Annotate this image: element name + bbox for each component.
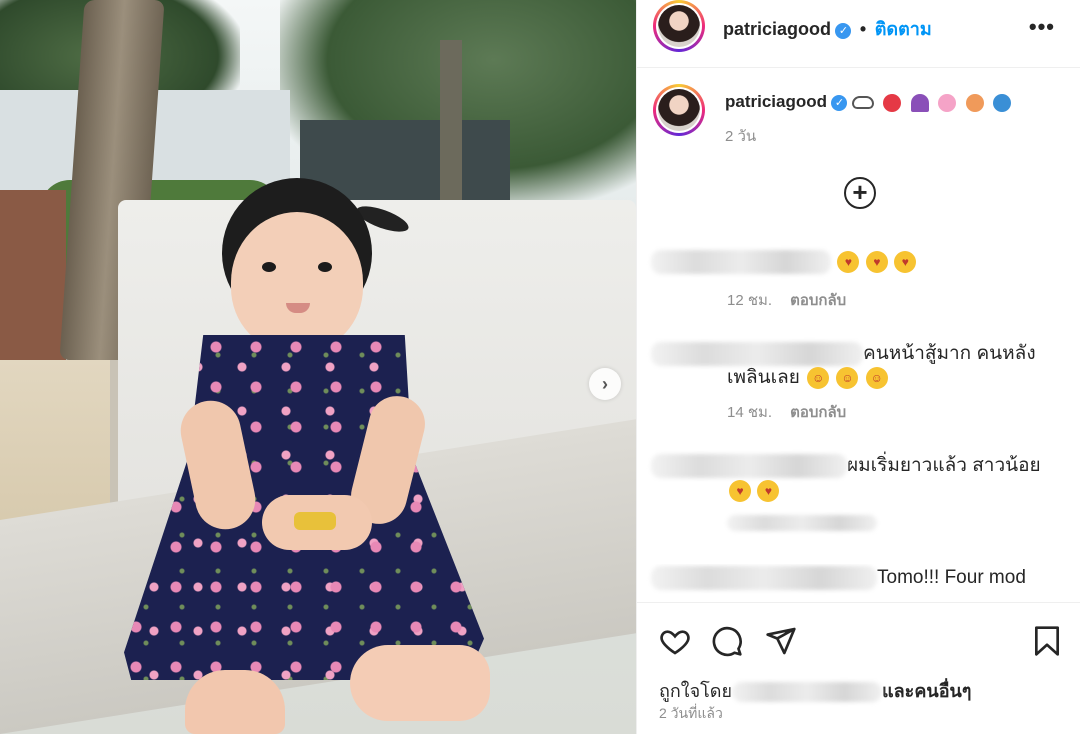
like-icon[interactable] — [659, 625, 691, 657]
yellow-toy — [294, 512, 336, 530]
post-date: 2 วันที่แล้ว — [659, 705, 723, 721]
share-icon[interactable] — [765, 625, 797, 657]
comment-icon[interactable] — [711, 625, 743, 657]
separator-dot: • — [859, 19, 867, 39]
child-eye-left — [262, 262, 276, 272]
caption: patriciagood ✓ 2 วัน — [637, 82, 1080, 152]
post-photo[interactable]: › — [0, 0, 636, 734]
author-avatar[interactable] — [653, 0, 705, 52]
reply-button[interactable]: ตอบกลับ — [790, 292, 846, 309]
child-eye-right — [318, 262, 332, 272]
child-face — [231, 212, 363, 352]
comment-text: คนหน้าสู้มาก คนหลัง — [863, 343, 1036, 364]
heart-eyes-emoji-icon: ♥ — [757, 480, 780, 502]
wave-icon — [993, 93, 1012, 112]
palm-trunk-far — [440, 40, 462, 220]
comment-text-continued: ...... — [727, 589, 759, 602]
blurred-username — [651, 565, 877, 590]
heart-eyes-emoji-icon: ♥ — [865, 251, 888, 273]
heart-eyes-emoji-icon: ♥ — [894, 251, 917, 273]
more-options-icon[interactable]: ••• — [1029, 14, 1055, 40]
next-photo-button[interactable]: › — [589, 368, 621, 400]
heart-icon — [883, 93, 902, 112]
chevron-right-icon: › — [602, 373, 608, 394]
likes-prefix: ถูกใจโดย — [659, 681, 733, 701]
verified-badge-icon: ✓ — [835, 22, 852, 39]
laughing-emoji-icon: ☺ — [807, 366, 830, 389]
laughing-emoji-icon: ☺ — [865, 366, 888, 389]
verified-badge-icon: ✓ — [831, 94, 848, 111]
comment-text-continued: เพลินเลย — [727, 367, 800, 388]
avatar-image — [658, 89, 700, 131]
post-header: patriciagood ✓ • ติดตาม ••• — [637, 0, 1080, 68]
comment-time: 14 ชม. — [727, 404, 773, 421]
post-side-panel: patriciagood ✓ • ติดตาม ••• patriciagood… — [636, 0, 1080, 734]
author-username[interactable]: patriciagood — [723, 19, 831, 39]
action-bar — [637, 602, 1080, 674]
blurred-username — [651, 341, 863, 366]
avatar-image — [658, 5, 700, 47]
caption-username[interactable]: patriciagood — [725, 92, 827, 111]
child-foot-right — [350, 645, 490, 721]
cloud-icon — [851, 96, 874, 110]
blurred-comment-meta — [727, 514, 877, 532]
shell-icon — [965, 93, 984, 112]
blurred-meta — [727, 514, 877, 531]
laughing-emoji-icon: ☺ — [836, 366, 859, 389]
load-more-comments-icon[interactable]: + — [844, 177, 876, 209]
blurred-liker — [732, 682, 883, 703]
comment-text: ผมเริ่มยาวแล้ว สาวน้อย — [847, 455, 1041, 476]
umbrella-icon — [910, 93, 929, 112]
comment-text: Tomo!!! Four mod — [877, 567, 1026, 588]
heart-eyes-emoji-icon: ♥ — [729, 480, 751, 502]
save-icon[interactable] — [1031, 625, 1063, 657]
comment-time: 12 ชม. — [727, 292, 773, 309]
heart-eyes-emoji-icon: ♥ — [837, 251, 860, 273]
caption-time: 2 วัน — [725, 128, 757, 145]
child-foot-left — [185, 670, 285, 734]
follow-button[interactable]: ติดตาม — [875, 19, 932, 39]
likes-suffix: และคนอื่นๆ — [882, 681, 972, 701]
blurred-username — [651, 250, 831, 274]
blurred-username — [651, 453, 847, 478]
cherry-blossom-icon — [938, 93, 957, 112]
caption-avatar[interactable] — [653, 84, 705, 136]
likes-summary[interactable]: ถูกใจโดย และคนอื่นๆ — [659, 676, 971, 705]
reply-button[interactable]: ตอบกลับ — [790, 404, 846, 421]
comment-item: Tomo!!! Four mod ...... — [637, 564, 1080, 602]
